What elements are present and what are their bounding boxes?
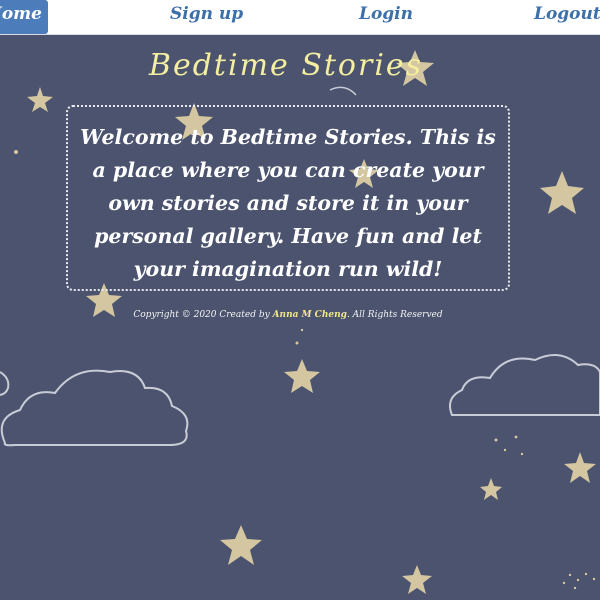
night-sky-background: [0, 50, 600, 594]
star-icon: [402, 565, 432, 594]
rights-text: . All Rights Reserved: [346, 310, 443, 320]
site-title: Bedtime Stories: [148, 48, 424, 83]
nav-home-link[interactable]: Home: [0, 0, 48, 34]
star-icon: [27, 87, 53, 112]
star-icon: [564, 452, 596, 483]
author-name: Anna M Cheng: [272, 310, 347, 320]
nav-login-link[interactable]: Login: [359, 0, 413, 34]
star-icon: [220, 525, 262, 565]
cloud-icon: [449, 354, 600, 416]
star-icon: [284, 359, 320, 393]
welcome-text: Welcome to Bedtime Stories. This is a pl…: [80, 125, 496, 281]
nav-logout-link[interactable]: Logout: [534, 0, 600, 34]
star-icon: [540, 171, 584, 214]
copyright-text: Copyright © 2020 Created by: [133, 310, 270, 320]
cloud-icon: [0, 371, 10, 396]
navbar: Home Sign up Login Logout: [0, 0, 600, 35]
footer-copyright: Copyright © 2020 Created by Anna M Cheng…: [0, 310, 576, 320]
cloud-icon: [0, 369, 189, 447]
nav-signup-link[interactable]: Sign up: [170, 0, 243, 34]
star-icon: [480, 478, 502, 500]
welcome-box: Welcome to Bedtime Stories. This is a pl…: [66, 105, 510, 291]
